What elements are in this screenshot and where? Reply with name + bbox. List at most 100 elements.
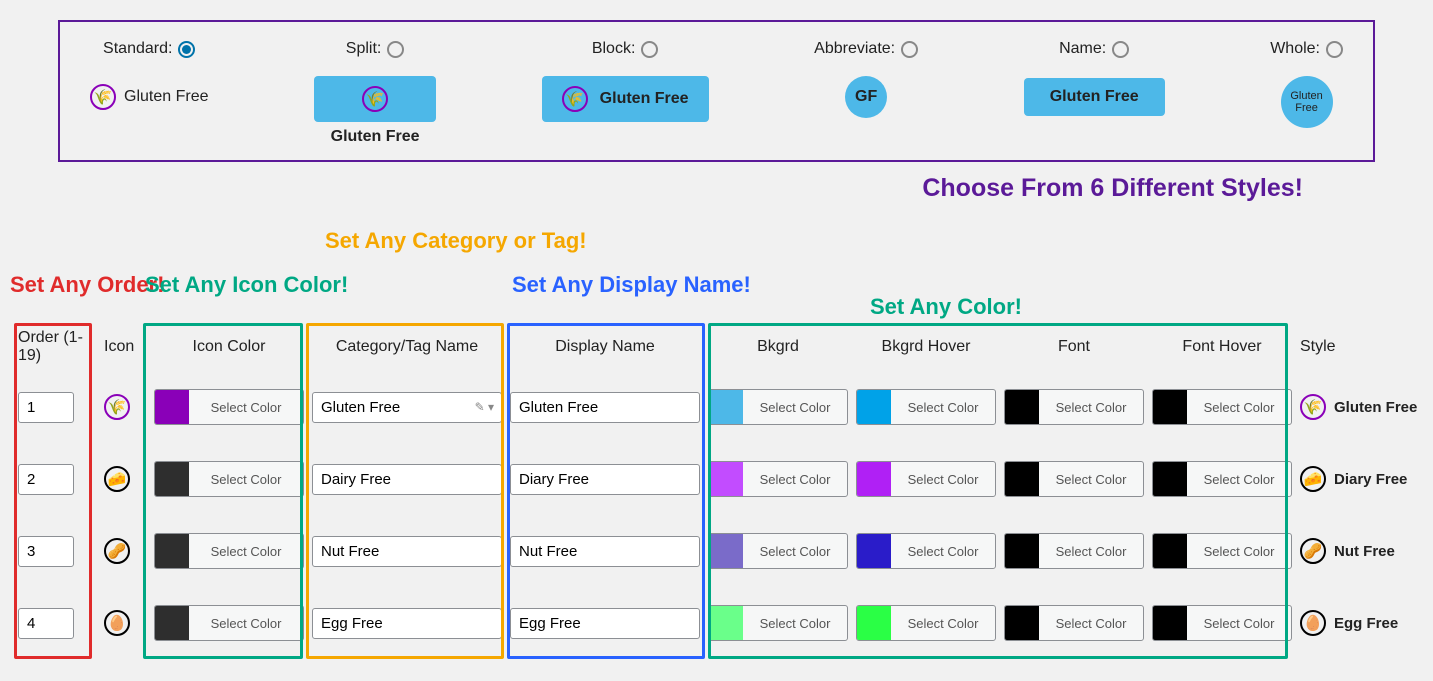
style-preview: 🥜Nut Free	[1300, 538, 1433, 564]
radio-standard[interactable]	[178, 41, 195, 58]
bkgrd-color-button[interactable]: Select Color	[708, 533, 848, 569]
preview-whole: Gluten Free	[1281, 76, 1333, 128]
style-preview: 🌾Gluten Free	[1300, 394, 1433, 420]
preview-text: GF	[855, 88, 877, 106]
h-display: Display Name	[510, 338, 700, 356]
color-swatch	[1005, 534, 1039, 568]
style-preview-text: Egg Free	[1334, 615, 1398, 632]
font-hover-color-button[interactable]: Select Color	[1152, 461, 1292, 497]
style-preview: 🥚 Egg Free	[1300, 610, 1433, 636]
radio-block[interactable]	[641, 41, 658, 58]
display-input[interactable]	[510, 608, 700, 639]
font-color-button[interactable]: Select Color	[1004, 605, 1144, 641]
radio-abbreviate[interactable]	[901, 41, 918, 58]
icon-color-button[interactable]: Select Color	[154, 533, 304, 569]
style-option-block: Block: 🌾 Gluten Free	[542, 40, 709, 122]
radio-whole[interactable]	[1326, 41, 1343, 58]
egg-icon: 🥚	[1300, 610, 1326, 636]
color-swatch	[155, 534, 189, 568]
bkgrd-hover-color-button[interactable]: Select Color	[856, 389, 996, 425]
style-preview-text: Gluten Free	[1334, 399, 1417, 416]
select-color-label: Select Color	[743, 400, 847, 415]
display-input[interactable]	[510, 464, 700, 495]
order-input[interactable]	[18, 536, 74, 567]
table-row: 🌾Select Color✎ ▾Select ColorSelect Color…	[8, 371, 1425, 443]
font-color-button[interactable]: Select Color	[1004, 389, 1144, 425]
order-input[interactable]	[18, 608, 74, 639]
dairy-icon: 🧀	[104, 466, 130, 492]
wheat-icon: 🌾	[362, 86, 388, 112]
h-category: Category/Tag Name	[312, 338, 502, 356]
color-swatch	[1153, 462, 1187, 496]
color-swatch	[1153, 606, 1187, 640]
order-input[interactable]	[18, 392, 74, 423]
style-option-abbreviate: Abbreviate: GF	[814, 40, 918, 118]
select-color-label: Select Color	[1039, 472, 1143, 487]
color-swatch	[857, 462, 891, 496]
color-swatch	[155, 390, 189, 424]
color-swatch	[1005, 606, 1039, 640]
color-swatch	[709, 606, 743, 640]
order-input[interactable]	[18, 464, 74, 495]
h-bkgrd-hover: Bkgrd Hover	[856, 338, 996, 356]
preview-name: Gluten Free	[1024, 76, 1165, 118]
font-hover-color-button[interactable]: Select Color	[1152, 389, 1292, 425]
select-color-label: Select Color	[1187, 544, 1291, 559]
dairy-icon: 🧀	[1300, 466, 1326, 492]
select-color-label: Select Color	[1039, 544, 1143, 559]
bkgrd-hover-color-button[interactable]: Select Color	[856, 533, 996, 569]
display-input[interactable]	[510, 536, 700, 567]
color-swatch	[155, 462, 189, 496]
color-swatch	[857, 390, 891, 424]
h-font-hover: Font Hover	[1152, 338, 1292, 356]
bkgrd-color-button[interactable]: Select Color	[708, 389, 848, 425]
preview-split: 🌾 Gluten Free	[314, 76, 436, 146]
icon-color-button[interactable]: Select Color	[154, 605, 304, 641]
h-icon-color: Icon Color	[154, 338, 304, 356]
display-input[interactable]	[510, 392, 700, 423]
radio-split[interactable]	[387, 41, 404, 58]
style-preview-text: Nut Free	[1334, 543, 1395, 560]
color-swatch	[857, 606, 891, 640]
bkgrd-color-button[interactable]: Select Color	[708, 605, 848, 641]
bkgrd-hover-color-button[interactable]: Select Color	[856, 605, 996, 641]
style-preview: 🧀 Diary Free	[1300, 466, 1433, 492]
styles-tagline: Choose From 6 Different Styles!	[0, 174, 1303, 203]
h-style: Style	[1300, 338, 1433, 356]
radio-name[interactable]	[1112, 41, 1129, 58]
wheat-icon: 🌾	[90, 84, 116, 110]
styles-panel: Standard: 🌾 Gluten Free Split: 🌾 Gluten …	[58, 20, 1375, 162]
color-swatch	[1005, 462, 1039, 496]
wheat-icon: 🌾	[562, 86, 588, 112]
category-input[interactable]	[312, 392, 502, 423]
color-swatch	[155, 606, 189, 640]
style-label: Abbreviate:	[814, 40, 895, 58]
table-row: 🧀 Select Color Select Color Select Color Sel…	[8, 443, 1425, 515]
bkgrd-color-button[interactable]: Select Color	[708, 461, 848, 497]
style-preview-text: Diary Free	[1334, 471, 1407, 488]
style-label: Block:	[592, 40, 636, 58]
preview-standard: 🌾 Gluten Free	[90, 76, 208, 118]
category-input[interactable]	[312, 464, 502, 495]
select-color-label: Select Color	[743, 616, 847, 631]
category-input[interactable]	[312, 536, 502, 567]
style-option-name: Name: Gluten Free	[1024, 40, 1165, 118]
category-input[interactable]	[312, 608, 502, 639]
h-bkgrd: Bkgrd	[708, 338, 848, 356]
style-label: Split:	[346, 40, 382, 58]
icon-color-button[interactable]: Select Color	[154, 389, 304, 425]
select-color-label: Select Color	[891, 544, 995, 559]
icon-color-button[interactable]: Select Color	[154, 461, 304, 497]
font-hover-color-button[interactable]: Select Color	[1152, 533, 1292, 569]
select-color-label: Select Color	[891, 472, 995, 487]
select-color-label: Select Color	[189, 472, 303, 487]
style-option-whole: Whole: Gluten Free	[1270, 40, 1343, 128]
autofill-icon: ✎ ▾	[475, 400, 494, 414]
color-swatch	[709, 390, 743, 424]
font-color-button[interactable]: Select Color	[1004, 461, 1144, 497]
font-color-button[interactable]: Select Color	[1004, 533, 1144, 569]
font-hover-color-button[interactable]: Select Color	[1152, 605, 1292, 641]
h-icon: Icon	[104, 338, 146, 356]
table-header: Order (1-19) Icon Icon Color Category/Ta…	[8, 323, 1425, 371]
bkgrd-hover-color-button[interactable]: Select Color	[856, 461, 996, 497]
